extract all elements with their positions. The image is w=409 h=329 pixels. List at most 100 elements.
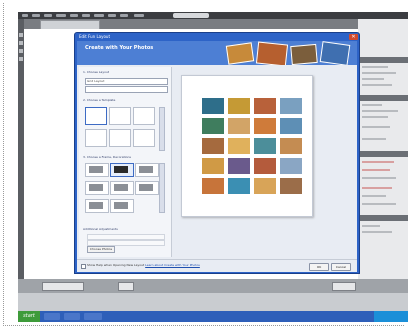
template-thumbnail[interactable] bbox=[85, 107, 107, 125]
photo-thumbnail[interactable] bbox=[228, 178, 250, 194]
frame-style-thumbnail[interactable] bbox=[135, 181, 159, 195]
cancel-button[interactable]: Cancel bbox=[331, 263, 351, 271]
taskbar-item[interactable] bbox=[64, 313, 80, 320]
layout-combo[interactable]: Grid Layout bbox=[85, 78, 168, 85]
choose-photos-button[interactable]: Choose Photos bbox=[87, 246, 115, 253]
move-tool-icon[interactable] bbox=[19, 33, 23, 37]
frame-style-thumbnail[interactable] bbox=[110, 163, 134, 177]
menu-item[interactable] bbox=[134, 14, 144, 17]
banner-photo bbox=[225, 42, 255, 65]
photo-thumbnail[interactable] bbox=[202, 158, 224, 174]
panel-row bbox=[362, 161, 394, 163]
dialog-title: Edit Fun Layout bbox=[79, 34, 111, 39]
photo-thumbnail[interactable] bbox=[280, 138, 302, 154]
template-thumbnail[interactable] bbox=[109, 107, 131, 125]
panel-row bbox=[362, 126, 390, 128]
zoom-tool-icon[interactable] bbox=[19, 41, 23, 45]
photo-thumbnail[interactable] bbox=[228, 98, 250, 114]
template-thumbnail[interactable] bbox=[85, 129, 107, 147]
panel-row bbox=[362, 225, 380, 227]
photo-thumbnail[interactable] bbox=[280, 118, 302, 134]
photo-thumbnail[interactable] bbox=[228, 158, 250, 174]
panel-row bbox=[362, 177, 396, 179]
ok-button[interactable]: OK bbox=[309, 263, 329, 271]
menu-item[interactable] bbox=[82, 14, 90, 17]
menu-item[interactable] bbox=[70, 14, 78, 17]
menu-item[interactable] bbox=[32, 14, 40, 17]
section-label: 2. Choose a Template bbox=[83, 98, 116, 102]
menu-item[interactable] bbox=[56, 14, 66, 17]
hand-tool-icon[interactable] bbox=[19, 49, 23, 53]
template-thumbnail[interactable] bbox=[133, 129, 155, 147]
taskbar-item[interactable] bbox=[44, 313, 60, 320]
panel-row bbox=[362, 78, 384, 80]
panel-row bbox=[362, 116, 388, 118]
start-button[interactable]: start bbox=[18, 311, 40, 322]
windows-taskbar: start bbox=[18, 311, 408, 322]
menu-item[interactable] bbox=[120, 14, 128, 17]
footer-text: Show Help when Opening New Layout Learn … bbox=[87, 263, 200, 267]
project-bin bbox=[18, 293, 408, 311]
template-scrollbar[interactable] bbox=[159, 107, 165, 151]
selection-tool-icon[interactable] bbox=[19, 57, 23, 61]
photo-thumbnail[interactable] bbox=[202, 98, 224, 114]
status-field[interactable] bbox=[332, 282, 356, 291]
menu-item[interactable] bbox=[44, 14, 52, 17]
panel-row bbox=[362, 187, 392, 189]
photo-thumbnail[interactable] bbox=[254, 98, 276, 114]
photo-thumbnail[interactable] bbox=[280, 98, 302, 114]
style-scrollbar[interactable] bbox=[159, 163, 165, 213]
layout-preview bbox=[181, 75, 313, 217]
search-input[interactable] bbox=[173, 13, 209, 18]
photo-thumbnail[interactable] bbox=[254, 118, 276, 134]
banner-photo bbox=[290, 43, 318, 65]
panel-header[interactable] bbox=[358, 215, 408, 221]
photo-thumbnail[interactable] bbox=[228, 118, 250, 134]
frame-style-thumbnail[interactable] bbox=[85, 163, 109, 177]
panel-header[interactable] bbox=[358, 57, 408, 63]
photo-thumbnail[interactable] bbox=[280, 158, 302, 174]
photo-thumbnail[interactable] bbox=[202, 118, 224, 134]
dialog-body: 1. Choose Layout Grid Layout 2. Choose a… bbox=[77, 65, 357, 272]
panel-row bbox=[362, 72, 396, 74]
template-thumbnail[interactable] bbox=[133, 107, 155, 125]
section-label: 1. Choose Layout bbox=[83, 70, 110, 74]
size-combo[interactable] bbox=[85, 86, 168, 93]
show-help-checkbox[interactable] bbox=[81, 264, 86, 269]
frame-style-thumbnail[interactable] bbox=[110, 181, 134, 195]
panel-row bbox=[362, 66, 388, 68]
menu-bar bbox=[18, 12, 408, 19]
photo-thumbnail[interactable] bbox=[202, 178, 224, 194]
frame-style-thumbnail[interactable] bbox=[110, 199, 134, 213]
panel-row bbox=[362, 195, 386, 197]
frame-style-thumbnail[interactable] bbox=[85, 199, 109, 213]
template-thumbnail[interactable] bbox=[109, 129, 131, 147]
panel-row bbox=[362, 169, 390, 171]
options-panel: 1. Choose Layout Grid Layout 2. Choose a… bbox=[79, 67, 172, 257]
section-label: 3. Choose a Frame, Decorations bbox=[83, 155, 131, 159]
photo-thumbnail[interactable] bbox=[254, 138, 276, 154]
frame-style-thumbnail[interactable] bbox=[85, 181, 109, 195]
banner-photo bbox=[255, 41, 289, 65]
close-icon[interactable]: ✕ bbox=[349, 34, 358, 40]
photo-thumbnail[interactable] bbox=[254, 178, 276, 194]
zoom-field[interactable] bbox=[42, 282, 84, 291]
panel-header[interactable] bbox=[358, 95, 408, 101]
system-tray bbox=[374, 311, 408, 322]
additional-options: Additional Adjustments Choose Photos bbox=[83, 227, 167, 253]
menu-item[interactable] bbox=[108, 14, 116, 17]
right-panel-bin bbox=[358, 19, 408, 279]
section-label: Additional Adjustments bbox=[83, 227, 118, 231]
menu-item[interactable] bbox=[94, 14, 104, 17]
photo-thumbnail[interactable] bbox=[228, 138, 250, 154]
frame-style-thumbnail[interactable] bbox=[135, 163, 159, 177]
dialog-footer: Show Help when Opening New Layout Learn … bbox=[77, 259, 357, 272]
taskbar-item[interactable] bbox=[84, 313, 102, 320]
photo-thumbnail[interactable] bbox=[254, 158, 276, 174]
panel-row bbox=[362, 84, 392, 86]
panel-header[interactable] bbox=[358, 151, 408, 157]
status-field[interactable] bbox=[118, 282, 134, 291]
photo-thumbnail[interactable] bbox=[280, 178, 302, 194]
photo-thumbnail[interactable] bbox=[202, 138, 224, 154]
help-link[interactable]: Learn about Create with Your Photos bbox=[145, 263, 200, 267]
